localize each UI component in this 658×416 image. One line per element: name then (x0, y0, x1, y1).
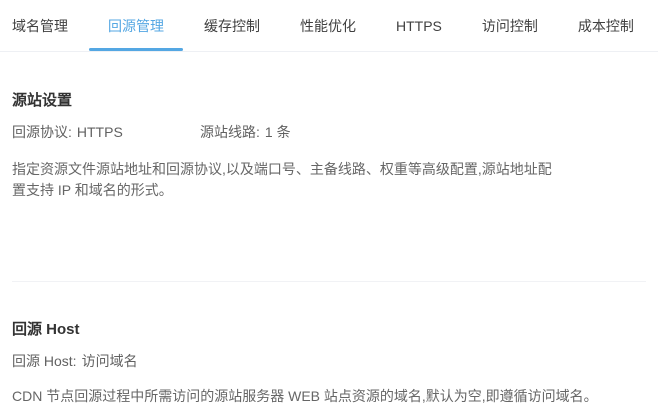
tab-domain-management[interactable]: 域名管理 (12, 0, 68, 51)
origin-settings-description: 指定资源文件源站地址和回源协议,以及端口号、主备线路、权重等高级配置,源站地址配… (12, 161, 552, 198)
tab-cache-control[interactable]: 缓存控制 (204, 0, 260, 51)
origin-host-description: CDN 节点回源过程中所需访问的源站服务器 WEB 站点资源的域名,默认为空,即… (12, 388, 598, 404)
origin-host-value: 访问域名 (81, 353, 138, 369)
origin-host-title: 回源 Host (12, 321, 80, 338)
tab-origin-management[interactable]: 回源管理 (89, 0, 183, 51)
origin-lines-field: 源站线路: 1 条 (200, 125, 291, 140)
tab-panel-origin-management: 源站设置 回源协议: HTTPS 源站线路: 1 条 指定资源文件源站地址和回源… (0, 92, 658, 407)
origin-settings-fields: 回源协议: HTTPS 源站线路: 1 条 (12, 125, 646, 140)
tab-cost-control[interactable]: 成本控制 (578, 0, 634, 51)
origin-protocol-value: HTTPS (76, 124, 123, 140)
origin-settings-section: 源站设置 回源协议: HTTPS 源站线路: 1 条 指定资源文件源站地址和回源… (12, 92, 646, 201)
tab-https[interactable]: HTTPS (396, 0, 442, 51)
origin-host-section: 回源 Host 回源 Host: 访问域名 CDN 节点回源过程中所需访问的源站… (12, 321, 646, 407)
tab-performance-optimization[interactable]: 性能优化 (300, 0, 356, 51)
origin-host-label: 回源 Host: (12, 353, 77, 369)
origin-host-field: 回源 Host: 访问域名 (12, 354, 138, 369)
origin-settings-title: 源站设置 (12, 92, 73, 109)
tab-access-control[interactable]: 访问控制 (482, 0, 538, 51)
tab-bar: 域名管理 回源管理 缓存控制 性能优化 HTTPS 访问控制 成本控制 (0, 0, 658, 52)
origin-protocol-field: 回源协议: HTTPS (12, 125, 200, 140)
origin-lines-value: 1 条 (264, 124, 291, 140)
origin-protocol-label: 回源协议: (12, 124, 72, 140)
origin-lines-label: 源站线路: (200, 124, 260, 140)
section-divider (12, 281, 646, 282)
origin-host-fields: 回源 Host: 访问域名 (12, 354, 646, 369)
